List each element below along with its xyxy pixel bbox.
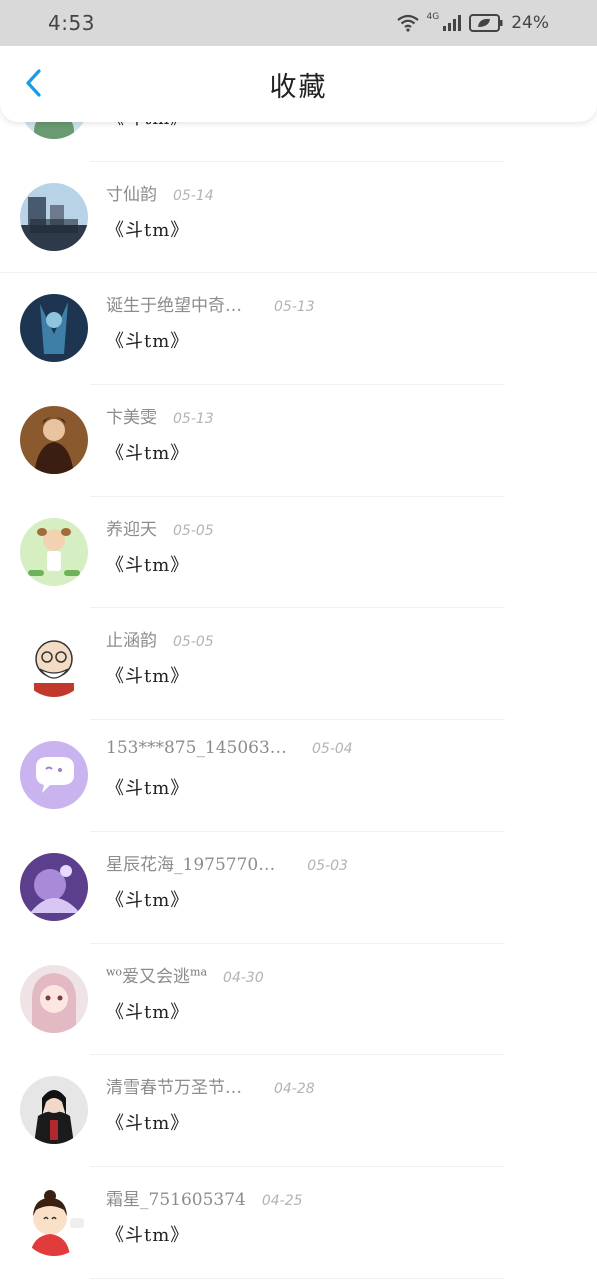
favorites-list: 《斗tm》 寸仙韵 05-14 《斗tm》	[0, 50, 597, 1279]
status-indicators: 4G 24%	[396, 12, 549, 33]
avatar	[20, 406, 88, 475]
favorite-date: 05-04	[312, 741, 353, 758]
book-title: 《斗tm》	[106, 1224, 190, 1246]
book-title: 《斗tm》	[106, 1001, 190, 1023]
book-title: 《斗tm》	[106, 889, 190, 911]
book-title: 《斗tm》	[106, 331, 190, 353]
cell-signal-icon	[443, 15, 462, 31]
book-title: 《斗tm》	[106, 219, 190, 241]
book-title: 《斗tm》	[106, 666, 190, 688]
favorite-date: 05-14	[173, 187, 214, 204]
favorite-user-name: 清雪春节万圣节…	[106, 1078, 242, 1099]
favorite-date: 05-05	[173, 522, 214, 539]
book-title: 《斗tm》	[106, 1113, 190, 1135]
favorite-user-name: 爱又会逃	[122, 966, 191, 987]
status-time: 4:53	[48, 11, 95, 35]
favorite-date: 04-30	[223, 969, 264, 986]
favorite-date: 04-25	[261, 1192, 303, 1209]
book-title: 《斗tm》	[106, 443, 190, 465]
list-item[interactable]: 止涵韵 05-05 《斗tm》	[0, 608, 597, 721]
avatar	[20, 852, 88, 921]
list-item[interactable]: 诞生于绝望中奇… 05-13 《斗tm》	[0, 273, 597, 386]
favorite-date: 05-05	[173, 634, 214, 651]
name-suffix: ma	[190, 964, 208, 978]
network-type: 4G	[426, 12, 440, 22]
favorite-user-name: 星辰花海_1975770…	[106, 854, 276, 875]
favorite-date: 05-03	[307, 857, 348, 874]
header-bar: 收藏	[0, 46, 597, 122]
avatar	[20, 294, 88, 363]
avatar	[20, 964, 88, 1033]
battery-icon	[469, 14, 503, 32]
name-prefix: wo	[106, 964, 123, 978]
list-item[interactable]: 星辰花海_1975770… 05-03 《斗tm》	[0, 832, 597, 944]
wifi-icon	[396, 14, 419, 32]
avatar	[20, 517, 88, 586]
avatar	[20, 629, 88, 698]
avatar	[20, 1076, 88, 1145]
list-item[interactable]: wo爱又会逃ma 04-30 《斗tm》	[0, 944, 597, 1056]
list-item[interactable]: 卞美雯 05-13 《斗tm》	[0, 385, 597, 497]
divider	[90, 1277, 505, 1279]
list-item[interactable]: 清雪春节万圣节… 04-28 《斗tm》	[0, 1055, 597, 1167]
favorite-user-name: 卞美雯	[106, 408, 157, 429]
avatar	[20, 182, 88, 251]
favorite-user-name: 诞生于绝望中奇…	[106, 296, 242, 317]
list-item[interactable]: 养迎天 05-05 《斗tm》	[0, 497, 597, 609]
favorite-user-name: 养迎天	[106, 519, 157, 540]
avatar	[20, 1187, 88, 1256]
status-bar: 4:53 4G 24%	[0, 0, 597, 46]
avatar	[20, 741, 88, 810]
favorite-date: 04-28	[274, 1081, 315, 1098]
favorite-date: 05-13	[274, 299, 315, 316]
favorite-user-name: 止涵韵	[106, 631, 157, 652]
chevron-left-icon	[23, 68, 43, 102]
list-item[interactable]: 霜星_751605374 04-25 《斗tm》	[0, 1167, 597, 1279]
favorite-user-name: 153***875_1450630281	[106, 738, 296, 759]
battery-percent: 24%	[511, 13, 549, 33]
back-button[interactable]	[16, 68, 50, 102]
favorite-date: 05-13	[173, 411, 214, 428]
book-title: 《斗tm》	[106, 554, 190, 576]
list-item[interactable]: 寸仙韵 05-14 《斗tm》	[0, 162, 597, 274]
page-title: 收藏	[269, 71, 328, 103]
list-item[interactable]: 153***875_1450630281 05-04 《斗tm》	[0, 720, 597, 832]
book-title: 《斗tm》	[106, 778, 190, 800]
favorite-user-name: 霜星_751605374	[106, 1189, 246, 1210]
favorite-user-name: 寸仙韵	[106, 184, 157, 205]
